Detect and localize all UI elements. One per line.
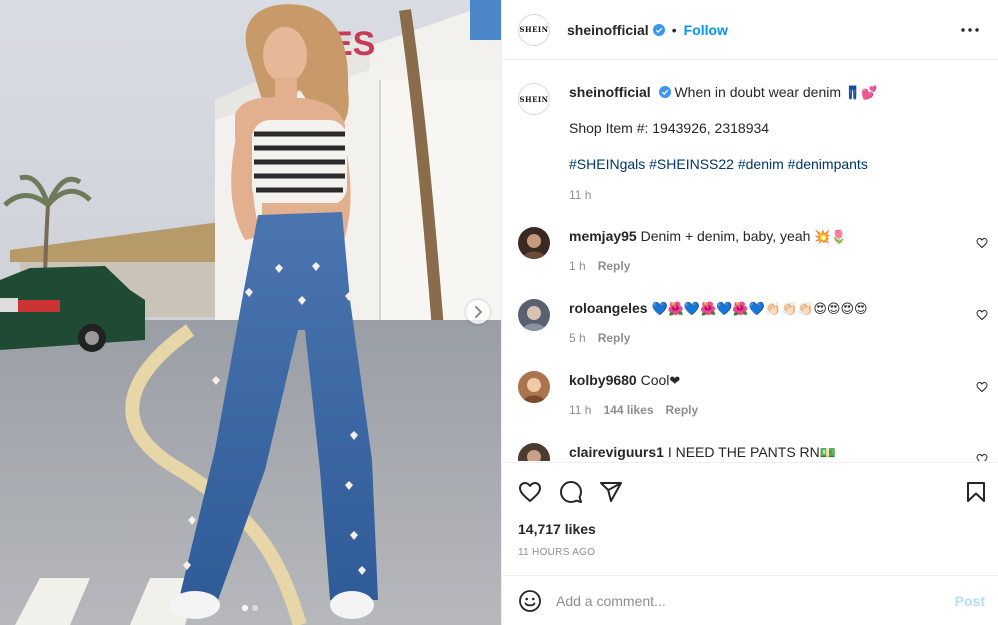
heart-outline-icon[interactable] — [518, 480, 542, 504]
photo-scene: ES — [0, 0, 501, 625]
caption-hashtags[interactable]: #SHEINgals #SHEINSS22 #denim #denimpants — [569, 155, 949, 173]
next-slide-button[interactable] — [466, 300, 490, 324]
comment-bubble-icon[interactable] — [559, 480, 583, 504]
comment-emoji: ❤ — [669, 374, 681, 389]
post-timestamp[interactable]: 11 HOURS AGO — [518, 547, 595, 558]
slide-dot — [252, 605, 258, 611]
comment-username[interactable]: roloangeles — [569, 300, 648, 316]
reply-button[interactable]: Reply — [598, 331, 631, 345]
caption-text: When in doubt wear denim — [674, 84, 842, 100]
comment-item: kolby9680 Cool❤ 11 h 144 likes Reply — [518, 371, 988, 427]
comments-section[interactable]: SHEIN sheinofficial When in doubt wear d… — [502, 61, 998, 461]
add-comment-bar: Post — [502, 575, 998, 625]
chevron-right-icon — [475, 306, 483, 318]
comment-username[interactable]: kolby9680 — [569, 372, 637, 388]
follow-button[interactable]: Follow — [684, 22, 728, 38]
comment-input[interactable] — [556, 592, 926, 609]
comment-like-icon[interactable] — [976, 453, 988, 461]
caption-shop-line: Shop Item #: 1943926, 2318934 — [569, 120, 770, 136]
caption-emoji: 👖💕 — [844, 86, 878, 101]
comment-like-icon[interactable] — [976, 237, 988, 249]
commenter-avatar[interactable] — [518, 227, 550, 259]
post-comment-button[interactable]: Post — [955, 593, 985, 609]
avatar-photo — [527, 450, 541, 461]
slide-dot-active — [242, 605, 248, 611]
header-username[interactable]: sheinofficial — [567, 22, 649, 38]
comment-like-icon[interactable] — [976, 381, 988, 393]
reply-button[interactable]: Reply — [598, 259, 631, 273]
comment-emoji: 💙🌺💙🌺💙🌺💙👏🏻👏🏻👏🏻😍😍😍😍 — [651, 302, 868, 317]
more-options-button[interactable] — [958, 18, 982, 42]
commenter-avatar[interactable] — [518, 443, 550, 461]
avatar-photo — [522, 378, 546, 403]
verified-badge-icon — [658, 86, 671, 98]
bookmark-icon[interactable] — [964, 480, 988, 504]
commenter-avatar[interactable] — [518, 371, 550, 403]
profile-avatar[interactable]: SHEIN — [518, 13, 550, 46]
comment-emoji: 💵 — [819, 446, 836, 461]
comment-text: Cool — [640, 372, 670, 388]
comment-username[interactable]: memjay95 — [569, 228, 637, 244]
comment-like-icon[interactable] — [976, 309, 988, 321]
avatar-photo — [522, 306, 546, 331]
comment-item: memjay95 Denim + denim, baby, yeah 💥🌷 1 … — [518, 227, 988, 283]
avatar-photo — [522, 234, 546, 259]
verified-badge-icon — [652, 23, 665, 36]
caption-username[interactable]: sheinofficial — [569, 84, 651, 100]
reply-button[interactable]: Reply — [666, 403, 699, 417]
caption: SHEIN sheinofficial When in doubt wear d… — [518, 83, 988, 223]
comment-timestamp[interactable]: 1 h — [569, 259, 586, 273]
comment-likes-count[interactable]: 144 likes — [603, 403, 653, 417]
paper-plane-icon[interactable] — [599, 480, 623, 504]
post-actions: 14,717 likes 11 HOURS AGO — [502, 462, 998, 574]
comment-emoji: 💥🌷 — [814, 230, 847, 245]
slide-indicator — [242, 605, 258, 611]
comment-timestamp[interactable]: 11 h — [569, 403, 591, 417]
header-separator: • — [671, 21, 677, 38]
comment-username[interactable]: claireviguurs1 — [569, 444, 664, 460]
comment-timestamp[interactable]: 5 h — [569, 331, 586, 345]
comment-item: roloangeles 💙🌺💙🌺💙🌺💙👏🏻👏🏻👏🏻😍😍😍😍 5 h Reply — [518, 299, 988, 355]
likes-count[interactable]: 14,717 likes — [518, 521, 596, 537]
caption-timestamp[interactable]: 11 h — [569, 188, 591, 202]
more-horizontal-icon — [961, 28, 979, 32]
post-header: SHEIN sheinofficial • Follow — [502, 0, 998, 60]
post-sidebar: SHEIN sheinofficial • Follow SHEIN shein… — [501, 0, 998, 625]
comment-text: I NEED THE PANTS RN — [667, 444, 820, 460]
smiley-icon[interactable] — [518, 589, 542, 613]
comment-text: Denim + denim, baby, yeah — [640, 228, 811, 244]
caption-avatar[interactable]: SHEIN — [518, 83, 550, 115]
post-photo[interactable]: ES — [0, 0, 501, 625]
commenter-avatar[interactable] — [518, 299, 550, 331]
comment-item: claireviguurs1 I NEED THE PANTS RN💵 — [518, 443, 988, 461]
